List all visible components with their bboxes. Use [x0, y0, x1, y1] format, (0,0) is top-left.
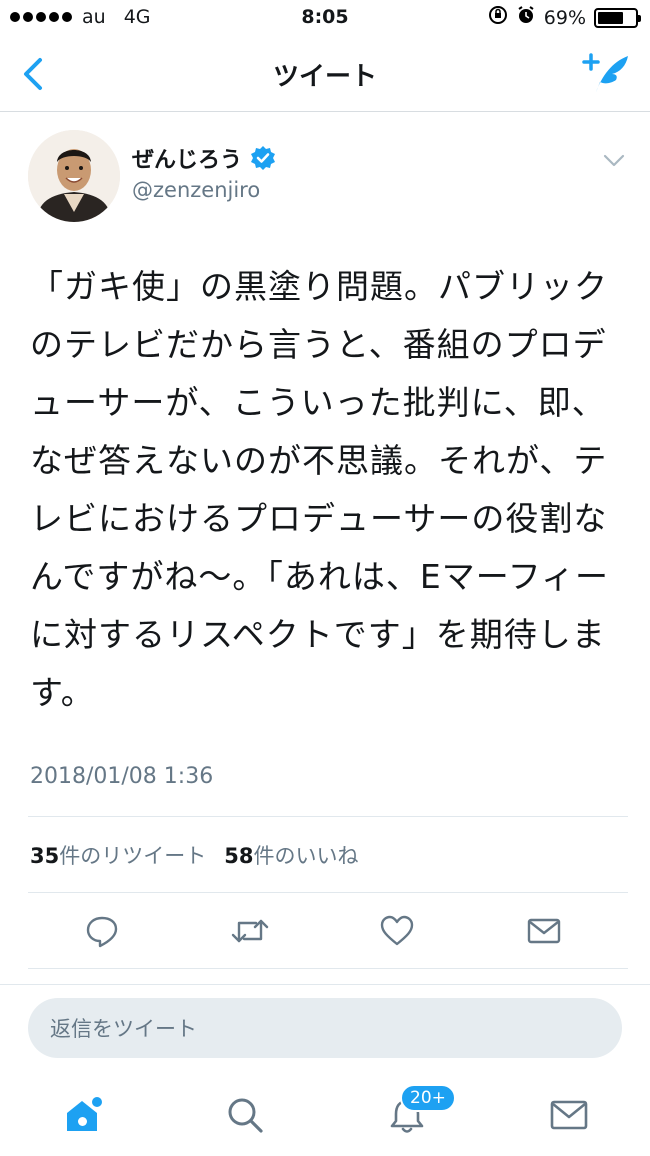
- retweet-button[interactable]: [230, 906, 270, 956]
- engagement-stats: 35件のリツイート 58件のいいね: [30, 840, 358, 870]
- tweet-text: 「ガキ使」の黒塗り問題。パブリックのテレビだから言うと、番組のプロデューサーが、…: [30, 267, 610, 712]
- verified-badge-icon: [251, 146, 276, 170]
- share-button[interactable]: [524, 906, 564, 956]
- reply-button[interactable]: [82, 906, 122, 956]
- battery-icon: [594, 7, 641, 28]
- display-name: ぜんじろう: [132, 148, 243, 173]
- tab-bar: 20+: [0, 1078, 650, 1156]
- retweet-stat[interactable]: 35件のリツイート: [30, 840, 206, 870]
- divider: [0, 984, 650, 985]
- reply-input[interactable]: 返信をツイート: [28, 998, 622, 1058]
- tweet-timestamp: 2018/01/08 1:36: [30, 764, 214, 789]
- like-count: 58: [224, 844, 254, 868]
- battery-percent: 69%: [543, 6, 586, 29]
- divider: [28, 816, 628, 817]
- author-name-row[interactable]: ぜんじろう: [132, 142, 276, 174]
- like-icon: [380, 915, 414, 946]
- tweet-menu-button[interactable]: [602, 150, 626, 170]
- search-icon: [228, 1098, 263, 1133]
- like-stat[interactable]: 58件のいいね: [224, 840, 358, 870]
- tab-home[interactable]: [58, 1090, 108, 1140]
- divider: [28, 892, 628, 893]
- home-icon: [67, 1097, 102, 1131]
- reply-icon: [86, 916, 118, 948]
- mail-icon: [550, 1100, 588, 1130]
- avatar[interactable]: [28, 130, 120, 222]
- page-title: ツイート: [272, 62, 377, 92]
- status-bar: au 4G 8:05 69%: [0, 0, 650, 36]
- share-icon: [527, 918, 561, 944]
- retweet-icon: [231, 919, 269, 943]
- reply-placeholder: 返信をツイート: [50, 1017, 197, 1041]
- orientation-lock-icon: [488, 5, 508, 30]
- chevron-down-icon: [603, 154, 625, 167]
- retweet-stat-label: 件のリツイート: [59, 844, 207, 868]
- navigation-bar: ツイート: [0, 36, 650, 112]
- alarm-icon: [516, 5, 536, 30]
- divider: [28, 968, 628, 969]
- retweet-count: 35: [30, 844, 60, 868]
- compose-tweet-button[interactable]: [582, 50, 632, 96]
- notifications-badge: 20+: [400, 1084, 456, 1112]
- compose-tweet-icon: [582, 53, 628, 92]
- like-button[interactable]: [377, 906, 417, 956]
- tab-messages[interactable]: [544, 1090, 594, 1140]
- like-stat-label: 件のいいね: [253, 844, 359, 868]
- profile-photo: [28, 130, 120, 222]
- tab-search[interactable]: [220, 1090, 270, 1140]
- user-handle[interactable]: @zenzenjiro: [132, 178, 260, 202]
- battery-level-fill: [598, 11, 623, 24]
- tweet-actions: [0, 906, 650, 956]
